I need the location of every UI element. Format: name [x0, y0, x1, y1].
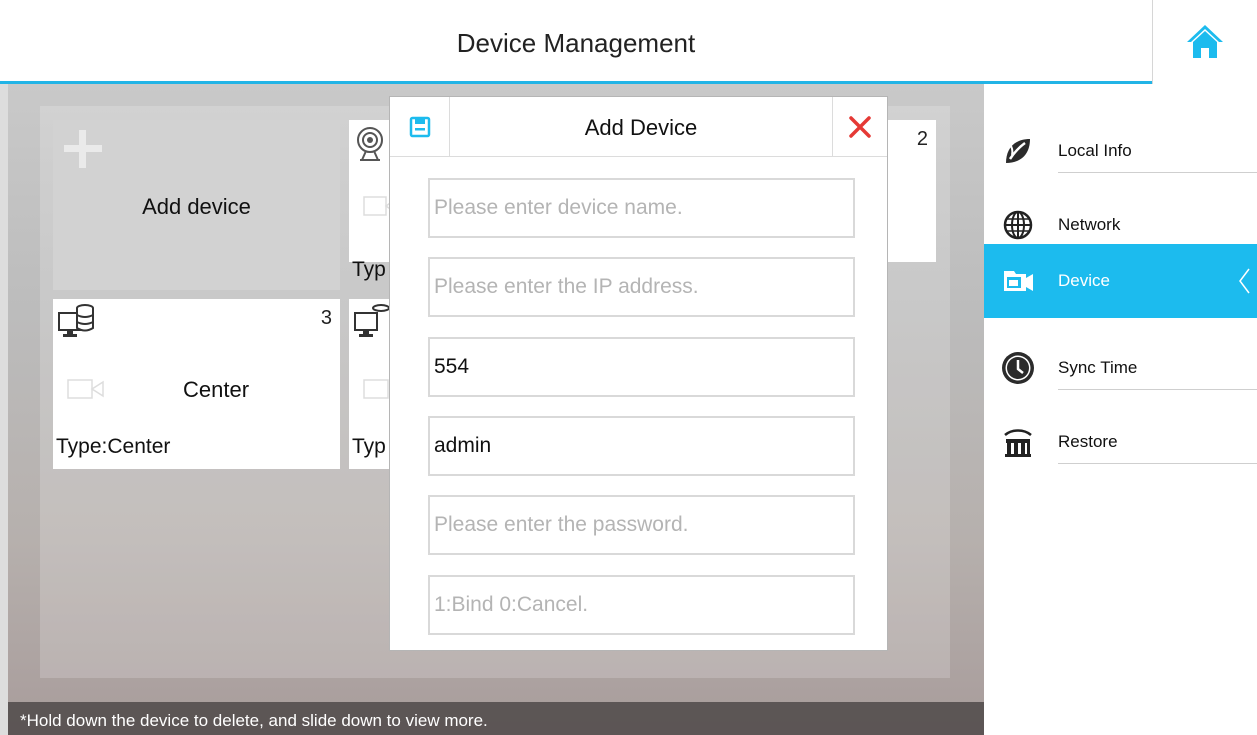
- ip-address-input[interactable]: [428, 257, 855, 317]
- sidebar-item-local-info[interactable]: Local Info: [984, 99, 1257, 173]
- server-icon: [58, 304, 94, 337]
- add-device-card[interactable]: Add device: [53, 120, 340, 290]
- device-card-number: 2: [916, 128, 928, 150]
- restore-icon: [1000, 424, 1036, 460]
- leaf-icon: [1000, 133, 1036, 169]
- webcam-icon: [357, 127, 383, 161]
- device-card-number: 3: [320, 307, 332, 329]
- home-button[interactable]: [1153, 0, 1257, 84]
- close-button[interactable]: [832, 97, 887, 157]
- save-icon: [409, 116, 430, 138]
- password-input[interactable]: [428, 495, 855, 555]
- port-input[interactable]: [428, 337, 855, 397]
- home-icon: [1187, 25, 1223, 58]
- sidebar-item-label: Restore: [1058, 432, 1118, 451]
- device-name: Center: [183, 377, 250, 402]
- device-type-label: Typ: [352, 435, 386, 458]
- sidebar-divider: [1058, 463, 1257, 464]
- username-input[interactable]: [428, 416, 855, 476]
- sidebar-item-sync-time[interactable]: Sync Time: [984, 316, 1257, 390]
- footer-hint: *Hold down the device to delete, and sli…: [8, 702, 984, 735]
- sidebar-item-network[interactable]: Network: [984, 173, 1257, 247]
- add-device-dialog: Add Device: [389, 96, 888, 651]
- page-title: Device Management: [456, 28, 696, 58]
- camera-icon: [67, 379, 104, 399]
- sidebar-item-label: Device: [1058, 271, 1110, 290]
- device-card-3[interactable]: 3 Center Type:Center: [53, 299, 340, 469]
- dialog-header: Add Device: [390, 97, 887, 157]
- close-icon: [849, 116, 871, 138]
- chevron-left-icon: [1239, 268, 1250, 294]
- device-type-label: Typ: [352, 258, 386, 281]
- sidebar-item-restore[interactable]: Restore: [984, 390, 1257, 464]
- device-name-input[interactable]: [428, 178, 855, 238]
- device-camera-icon: [1000, 263, 1036, 299]
- header-bar: Device Management: [0, 0, 1257, 84]
- save-button[interactable]: [390, 97, 450, 157]
- add-device-label: Add device: [142, 194, 251, 219]
- server-icon: [354, 304, 390, 337]
- clock-icon: [1000, 350, 1036, 386]
- bind-option-input[interactable]: [428, 575, 855, 635]
- device-type-label: Type:Center: [56, 435, 171, 458]
- sidebar-item-device[interactable]: Device: [984, 244, 1257, 318]
- dialog-title: Add Device: [584, 115, 698, 140]
- plus-icon: [64, 130, 102, 168]
- globe-icon: [1000, 207, 1036, 243]
- settings-sidebar: Local Info Network Device Sync Time Rest…: [984, 84, 1257, 735]
